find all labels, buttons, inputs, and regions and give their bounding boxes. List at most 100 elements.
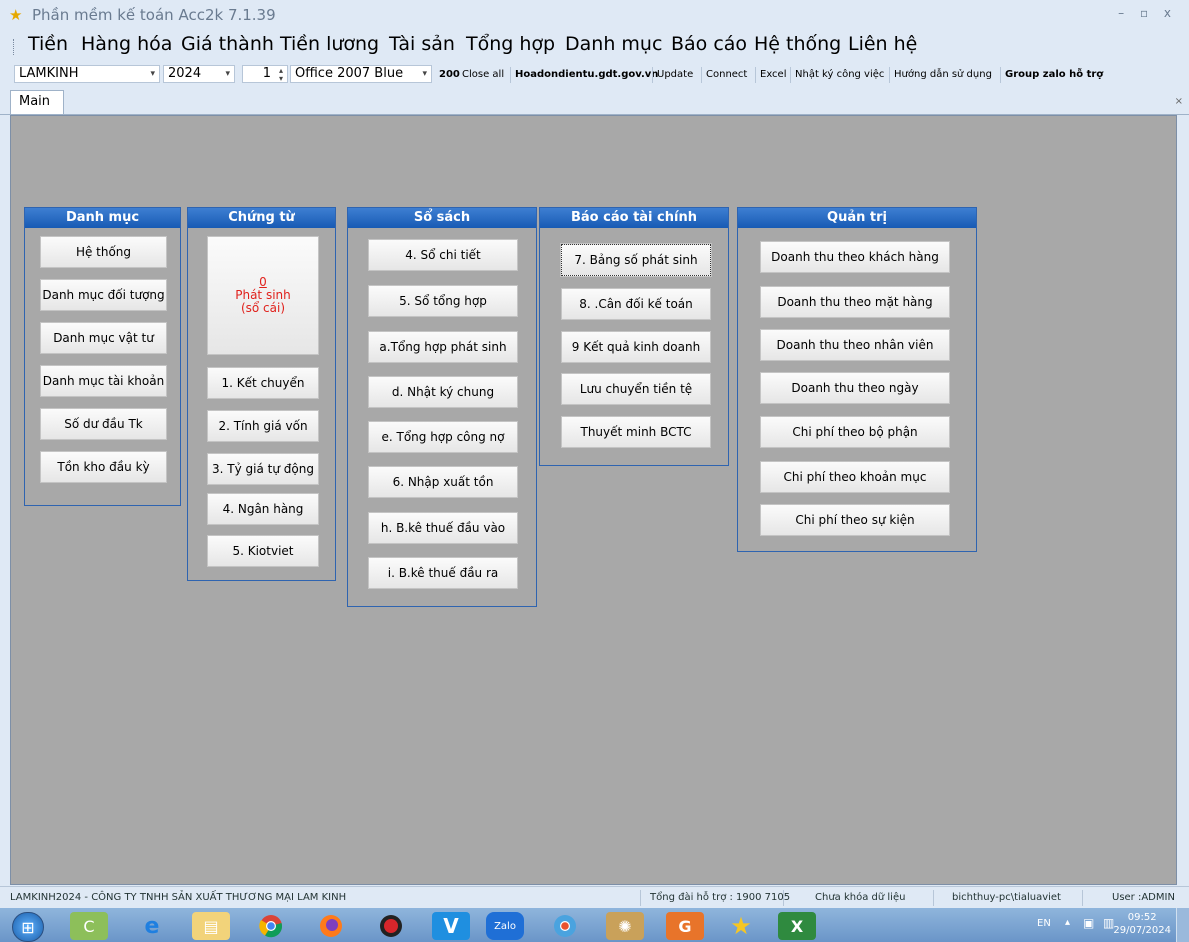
ket-qua-kinh-doanh-button[interactable]: 9 Kết quả kinh doanh [561,331,711,363]
show-desktop-button[interactable] [1176,908,1189,942]
toolbar-separator [652,67,653,83]
menu-tien[interactable]: Tiền [28,33,68,55]
folder-icon[interactable]: ▤ [192,912,230,940]
bang-so-phat-sinh-button[interactable]: 7. Bảng số phát sinh [560,243,712,277]
toolbar-separator [1000,67,1001,83]
menu-he-thong[interactable]: Hệ thống [754,33,841,55]
menu-hang-hoa[interactable]: Hàng hóa [81,33,172,55]
close-all-button[interactable]: Close all [462,66,504,84]
connect-button[interactable]: Connect [706,66,747,84]
menu-gia-thanh[interactable]: Giá thành [181,33,274,55]
status-bar: LAMKINH2024 - CÔNG TY TNHH SẢN XUẤT THƯƠ… [0,886,1189,909]
menu-tien-luong[interactable]: Tiền lương [280,33,379,55]
work-log-button[interactable]: Nhật ký công việc [795,66,884,84]
chevron-down-icon[interactable]: ▾ [150,66,155,82]
zalo-group-button[interactable]: Group zalo hỗ trợ [1005,66,1103,84]
zalo-icon[interactable]: Zalo [486,912,524,940]
menu-lien-he[interactable]: Liên hệ [848,33,917,55]
bke-thue-dau-ra-button[interactable]: i. B.kê thuế đầu ra [368,557,518,589]
clock-time: 09:52 [1127,912,1157,923]
tinh-gia-von-button[interactable]: 2. Tính giá vốn [207,410,319,442]
doanh-thu-ngay-button[interactable]: Doanh thu theo ngày [760,372,950,404]
panel-so-sach: Sổ sách 4. Sổ chi tiết 5. Sổ tổng hợp a.… [347,207,537,607]
tong-hop-phat-sinh-button[interactable]: a.Tổng hợp phát sinh [368,331,518,363]
toolbar-200-button[interactable]: 200 [439,66,460,84]
menu-tai-san[interactable]: Tài sản [389,33,455,55]
coccoc-icon[interactable]: G [666,912,704,940]
hoadon-link-button[interactable]: Hoadondientu.gdt.gov.vn [515,66,658,84]
menu-tong-hop[interactable]: Tổng hợp [466,33,555,55]
tong-hop-cong-no-button[interactable]: e. Tổng hợp công nợ [368,421,518,453]
clock[interactable]: 09:52 29/07/2024 [1113,911,1171,937]
danh-muc-tai-khoan-button[interactable]: Danh mục tài khoản [40,365,167,397]
excel-button[interactable]: Excel [760,66,787,84]
chi-phi-bo-phan-button[interactable]: Chi phí theo bộ phận [760,416,950,448]
kiotviet-button[interactable]: 5. Kiotviet [207,535,319,567]
window-controls[interactable]: – ▫ x [1118,6,1177,20]
nhap-xuat-ton-button[interactable]: 6. Nhập xuất tồn [368,466,518,498]
network-icon[interactable]: ▣ [1083,916,1094,930]
toolbar-separator [755,67,756,83]
internet-explorer-icon[interactable]: e [133,912,171,940]
company-value: LAMKINH [19,66,79,81]
update-button[interactable]: Update [657,66,693,84]
chevron-up-icon[interactable]: ▴ [1065,917,1070,928]
doanh-thu-mat-hang-button[interactable]: Doanh thu theo mặt hàng [760,286,950,318]
spinner-arrows-icon[interactable]: ▴ ▾ [279,67,283,83]
ket-chuyen-button[interactable]: 1. Kết chuyển [207,367,319,399]
doanh-thu-nhan-vien-button[interactable]: Doanh thu theo nhân viên [760,329,950,361]
acc2k-star-icon[interactable]: ★ [722,912,760,940]
so-du-dau-tk-button[interactable]: Số dư đầu Tk [40,408,167,440]
panel-title: Sổ sách [348,208,536,228]
menu-danh-muc[interactable]: Danh mục [565,33,662,55]
ton-kho-dau-ky-button[interactable]: Tồn kho đầu kỳ [40,451,167,483]
he-thong-button[interactable]: Hệ thống [40,236,167,268]
chrome-2-icon[interactable] [546,912,584,940]
theme-combo[interactable]: Office 2007 Blue ▾ [290,65,432,83]
ccleaner-icon[interactable]: C [70,912,108,940]
status-user: User :ADMIN [1112,892,1175,903]
menu-bao-cao[interactable]: Báo cáo [671,33,747,55]
period-value: 1 [262,66,271,81]
menu-bar: Tiền Hàng hóa Giá thành Tiền lương Tài s… [0,30,1189,62]
v-app-icon[interactable]: V [432,912,470,940]
tab-main[interactable]: Main [10,90,64,114]
chi-phi-su-kien-button[interactable]: Chi phí theo sự kiện [760,504,950,536]
status-separator [640,890,641,906]
luu-chuyen-tien-te-button[interactable]: Lưu chuyển tiền tệ [561,373,711,405]
chevron-down-icon[interactable]: ▾ [225,66,230,82]
so-chi-tiet-button[interactable]: 4. Sổ chi tiết [368,239,518,271]
user-guide-button[interactable]: Hướng dẫn sử dụng [894,66,992,84]
language-indicator[interactable]: EN [1037,918,1051,929]
so-tong-hop-button[interactable]: 5. Sổ tổng hợp [368,285,518,317]
phat-sinh-so-cai-button[interactable]: 0 Phát sinh (sổ cái) [207,236,319,355]
vietbao-icon[interactable]: ✺ [606,912,644,940]
start-orb-icon[interactable]: ⊞ [12,912,44,942]
ngan-hang-button[interactable]: 4. Ngân hàng [207,493,319,525]
chi-phi-khoan-muc-button[interactable]: Chi phí theo khoản mục [760,461,950,493]
toolbar: LAMKINH ▾ 2024 ▾ 1 ▴ ▾ Office 2007 Blue ▾… [0,62,1104,86]
nhat-ky-chung-button[interactable]: d. Nhật ký chung [368,376,518,408]
year-combo[interactable]: 2024 ▾ [163,65,235,83]
thuyet-minh-bctc-button[interactable]: Thuyết minh BCTC [561,416,711,448]
chrome-icon[interactable] [252,912,290,940]
firefox-icon[interactable] [312,912,350,940]
panel-chung-tu: Chứng từ 0 Phát sinh (sổ cái) 1. Kết chu… [187,207,336,581]
chevron-down-icon[interactable]: ▾ [422,66,427,82]
panel-title: Quản trị [738,208,976,228]
red-app-icon[interactable] [372,912,410,940]
company-combo[interactable]: LAMKINH ▾ [14,65,160,83]
toolbar-separator [510,67,511,83]
close-icon[interactable]: × [1175,96,1183,107]
period-spinner[interactable]: 1 ▴ ▾ [242,65,288,83]
ty-gia-tu-dong-button[interactable]: 3. Tỷ giá tự động [207,453,319,485]
status-company: LAMKINH2024 - CÔNG TY TNHH SẢN XUẤT THƯƠ… [10,892,347,903]
can-doi-ke-toan-button[interactable]: 8. .Cân đối kế toán [561,288,711,320]
year-value: 2024 [168,66,202,81]
danh-muc-vat-tu-button[interactable]: Danh mục vật tư [40,322,167,354]
danh-muc-doi-tuong-button[interactable]: Danh mục đối tượng [40,279,167,311]
star-app-icon: ★ [9,6,23,24]
doanh-thu-khach-hang-button[interactable]: Doanh thu theo khách hàng [760,241,950,273]
excel-icon[interactable]: X [778,912,816,940]
bke-thue-dau-vao-button[interactable]: h. B.kê thuế đầu vào [368,512,518,544]
